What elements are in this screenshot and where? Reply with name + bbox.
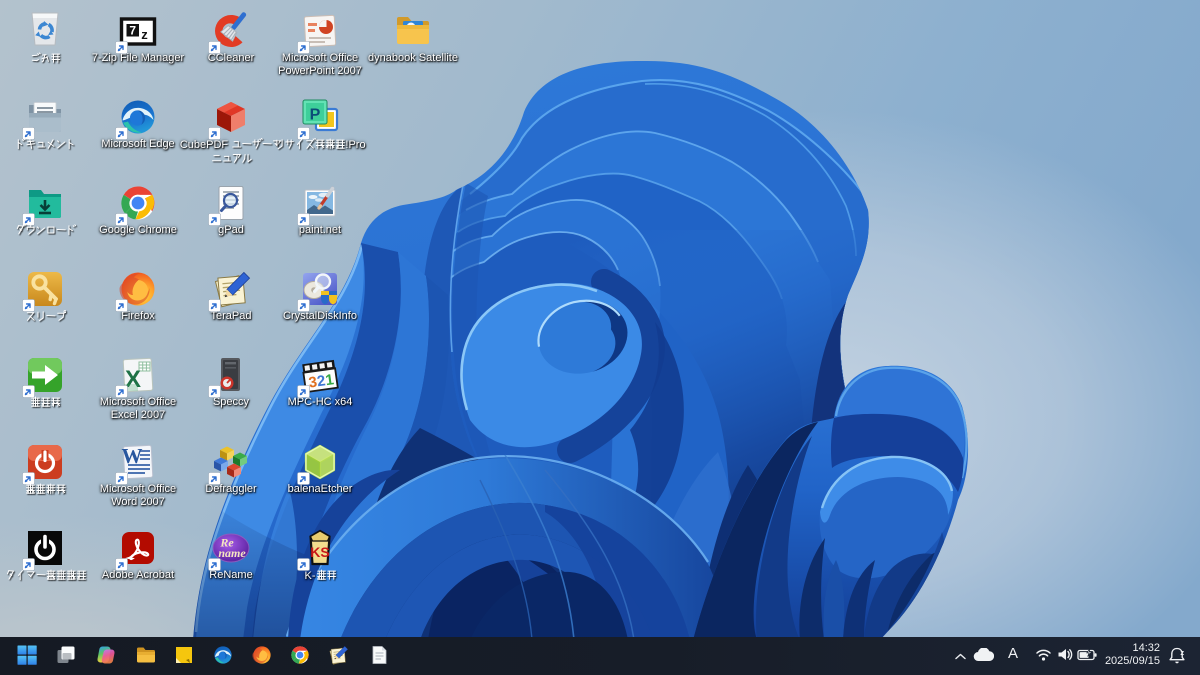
svg-text:P: P: [310, 107, 321, 124]
svg-text:KS: KS: [310, 544, 329, 560]
svg-text:z: z: [141, 27, 148, 42]
svg-text:W: W: [122, 444, 143, 468]
svg-text:7: 7: [129, 24, 136, 38]
svg-text:name: name: [218, 546, 246, 560]
svg-text:z: z: [1180, 648, 1184, 657]
